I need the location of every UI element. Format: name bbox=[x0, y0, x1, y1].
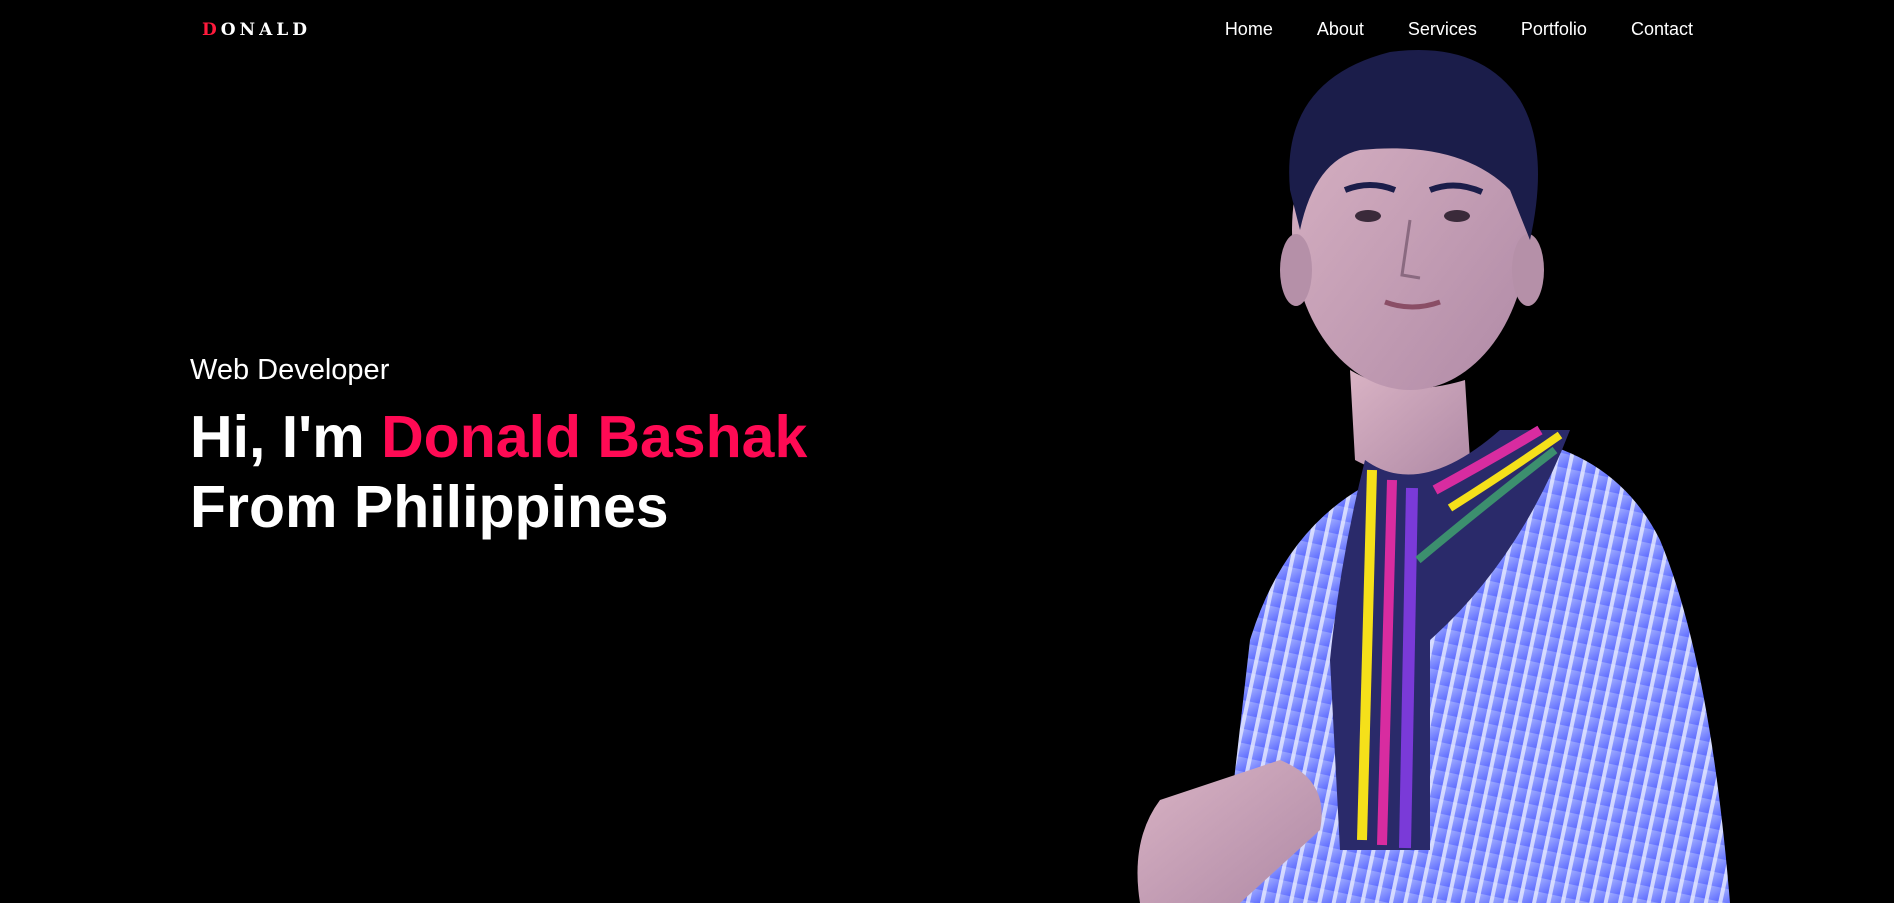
hero-from-line: From Philippines bbox=[190, 474, 669, 540]
main-nav: Home About Services Portfolio Contact bbox=[1225, 17, 1693, 41]
hero-section: Web Developer Hi, I'm Donald Bashak From … bbox=[190, 352, 807, 542]
hero-name: Donald Bashak bbox=[381, 404, 808, 470]
logo-initial: D bbox=[202, 20, 221, 40]
nav-contact[interactable]: Contact bbox=[1631, 17, 1693, 41]
logo[interactable]: DONALD bbox=[202, 18, 311, 42]
logo-text: ONALD bbox=[220, 20, 311, 40]
site-header: DONALD Home About Services Portfolio Con… bbox=[0, 0, 1894, 60]
page: DONALD Home About Services Portfolio Con… bbox=[0, 0, 1894, 903]
nav-about[interactable]: About bbox=[1317, 17, 1364, 41]
hero-greeting: Hi, I'm bbox=[190, 404, 382, 470]
nav-services[interactable]: Services bbox=[1408, 17, 1477, 41]
hero-title: Hi, I'm Donald Bashak From Philippines bbox=[190, 402, 807, 542]
portrait-illustration bbox=[1137, 50, 1730, 903]
nav-portfolio[interactable]: Portfolio bbox=[1521, 17, 1587, 41]
nav-home[interactable]: Home bbox=[1225, 17, 1273, 41]
portrait-image bbox=[1100, 40, 1760, 903]
hero-subtitle: Web Developer bbox=[190, 354, 390, 386]
